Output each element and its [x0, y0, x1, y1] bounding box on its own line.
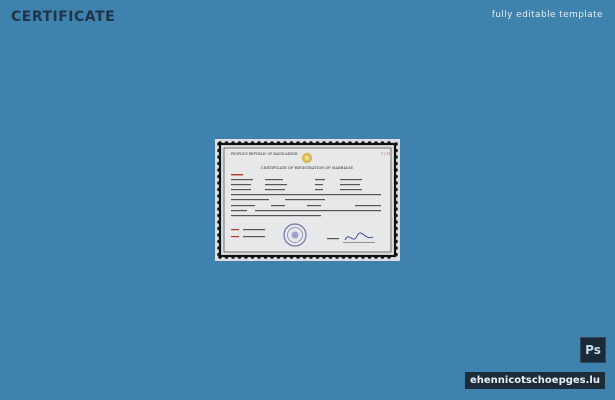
- seal-stamp-icon: [283, 223, 307, 247]
- certificate-document: PEOPLE'S REPUBLIC OF BANGLADESH 1 / 11 C…: [215, 139, 400, 261]
- republic-line: PEOPLE'S REPUBLIC OF BANGLADESH: [231, 152, 298, 156]
- certificate-title: CERTIFICATE OF REGISTRATION OF MARRIAGE: [261, 166, 353, 170]
- certificate-preview: PEOPLE'S REPUBLIC OF BANGLADESH 1 / 11 C…: [215, 139, 400, 261]
- watermark-logo: ehennicotschoepges.lu: [465, 372, 605, 389]
- emblem-icon: [301, 152, 313, 164]
- certificate-number: 1 / 11: [381, 152, 390, 156]
- page-title: CERTIFICATE: [11, 9, 116, 25]
- tagline: fully editable template: [491, 10, 603, 20]
- photoshop-icon: Ps: [580, 337, 606, 363]
